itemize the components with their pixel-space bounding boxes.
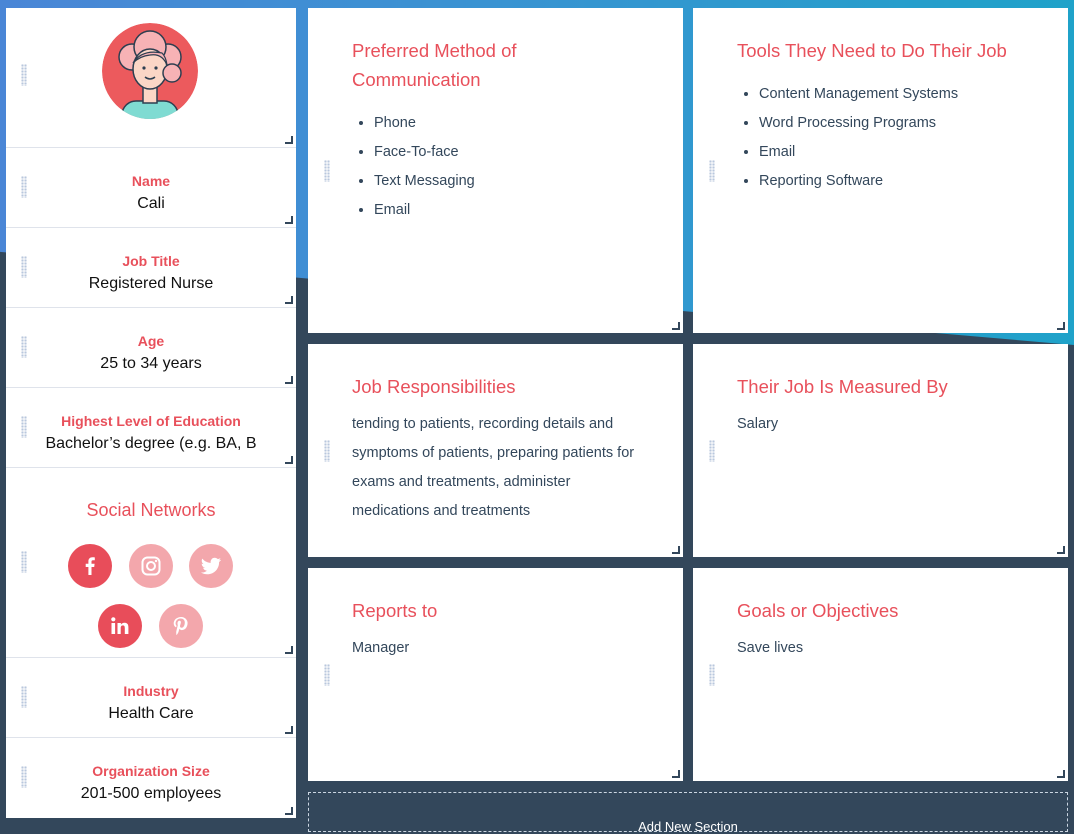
resize-handle-icon[interactable] (285, 216, 293, 224)
communication-title: Preferred Method of Communication (352, 40, 517, 90)
resize-handle-icon[interactable] (1057, 546, 1065, 554)
add-new-section-button[interactable]: Add New Section (308, 792, 1068, 834)
facebook-icon[interactable] (68, 544, 112, 588)
reports-to-title: Reports to (352, 600, 438, 621)
drag-handle-icon[interactable] (709, 160, 715, 182)
resize-handle-icon[interactable] (285, 456, 293, 464)
education-value: Bachelor’s degree (e.g. BA, B (45, 435, 257, 452)
job-measured-by-card[interactable]: Their Job Is Measured By Salary (693, 344, 1068, 557)
age-value: 25 to 34 years (100, 355, 202, 372)
resize-handle-icon[interactable] (1057, 322, 1065, 330)
industry-value: Health Care (108, 705, 194, 722)
list-item: Email (759, 138, 958, 167)
list-item: Text Messaging (374, 167, 475, 196)
avatar (102, 23, 198, 119)
tools-card[interactable]: Tools They Need to Do Their Job Content … (693, 8, 1068, 333)
education-label: Highest Level of Education (61, 413, 241, 429)
communication-card[interactable]: Preferred Method of Communication Phone … (308, 8, 683, 333)
job-responsibilities-title: Job Responsibilities (352, 376, 516, 397)
drag-handle-icon[interactable] (21, 64, 27, 86)
goals-text: Save lives (737, 640, 804, 656)
goals-card[interactable]: Goals or Objectives Save lives (693, 568, 1068, 781)
add-new-section-label: Add New Section (638, 819, 738, 834)
organization-size-field[interactable]: Organization Size 201-500 employees (6, 738, 296, 818)
resize-handle-icon[interactable] (672, 770, 680, 778)
social-networks-title: Social Networks (86, 500, 216, 520)
twitter-icon[interactable] (189, 544, 233, 588)
reports-to-text: Manager (352, 640, 410, 656)
resize-handle-icon[interactable] (285, 726, 293, 734)
organization-size-value: 201-500 employees (80, 785, 222, 802)
job-responsibilities-card[interactable]: Job Responsibilities tending to patients… (308, 344, 683, 557)
tools-title: Tools They Need to Do Their Job (737, 40, 1007, 61)
age-field[interactable]: Age 25 to 34 years (6, 308, 296, 388)
list-item: Reporting Software (759, 167, 958, 196)
industry-label: Industry (123, 683, 179, 699)
job-responsibilities-text: tending to patients, recording details a… (352, 416, 635, 519)
resize-handle-icon[interactable] (285, 646, 293, 654)
tools-list: Content Management Systems Word Processi… (737, 80, 958, 196)
education-field[interactable]: Highest Level of Education Bachelor’s de… (6, 388, 296, 468)
list-item: Word Processing Programs (759, 109, 958, 138)
social-networks-card[interactable]: Social Networks (6, 468, 296, 658)
list-item: Face-To-face (374, 138, 475, 167)
name-label: Name (131, 173, 171, 189)
job-title-value: Registered Nurse (88, 275, 214, 292)
resize-handle-icon[interactable] (285, 136, 293, 144)
drag-handle-icon[interactable] (709, 440, 715, 462)
avatar-card[interactable] (6, 8, 296, 148)
linkedin-icon[interactable] (98, 604, 142, 648)
age-label: Age (137, 333, 165, 349)
goals-title: Goals or Objectives (737, 600, 899, 621)
instagram-icon[interactable] (129, 544, 173, 588)
industry-field[interactable]: Industry Health Care (6, 658, 296, 738)
reports-to-card[interactable]: Reports to Manager (308, 568, 683, 781)
list-item: Content Management Systems (759, 80, 958, 109)
resize-handle-icon[interactable] (672, 322, 680, 330)
name-field[interactable]: Name Cali (6, 148, 296, 228)
pinterest-icon[interactable] (159, 604, 203, 648)
drag-handle-icon[interactable] (324, 160, 330, 182)
resize-handle-icon[interactable] (285, 376, 293, 384)
drag-handle-icon[interactable] (324, 664, 330, 686)
job-measured-by-title: Their Job Is Measured By (737, 376, 948, 397)
drag-handle-icon[interactable] (324, 440, 330, 462)
communication-list: Phone Face-To-face Text Messaging Email (352, 109, 475, 225)
list-item: Email (374, 196, 475, 225)
organization-size-label: Organization Size (92, 763, 210, 779)
list-item: Phone (374, 109, 475, 138)
job-title-field[interactable]: Job Title Registered Nurse (6, 228, 296, 308)
job-title-label: Job Title (122, 253, 180, 269)
resize-handle-icon[interactable] (285, 296, 293, 304)
resize-handle-icon[interactable] (285, 807, 293, 815)
name-value: Cali (137, 195, 165, 212)
resize-handle-icon[interactable] (672, 546, 680, 554)
job-measured-by-text: Salary (737, 416, 779, 432)
resize-handle-icon[interactable] (1057, 770, 1065, 778)
drag-handle-icon[interactable] (709, 664, 715, 686)
drag-handle-icon[interactable] (21, 551, 27, 573)
